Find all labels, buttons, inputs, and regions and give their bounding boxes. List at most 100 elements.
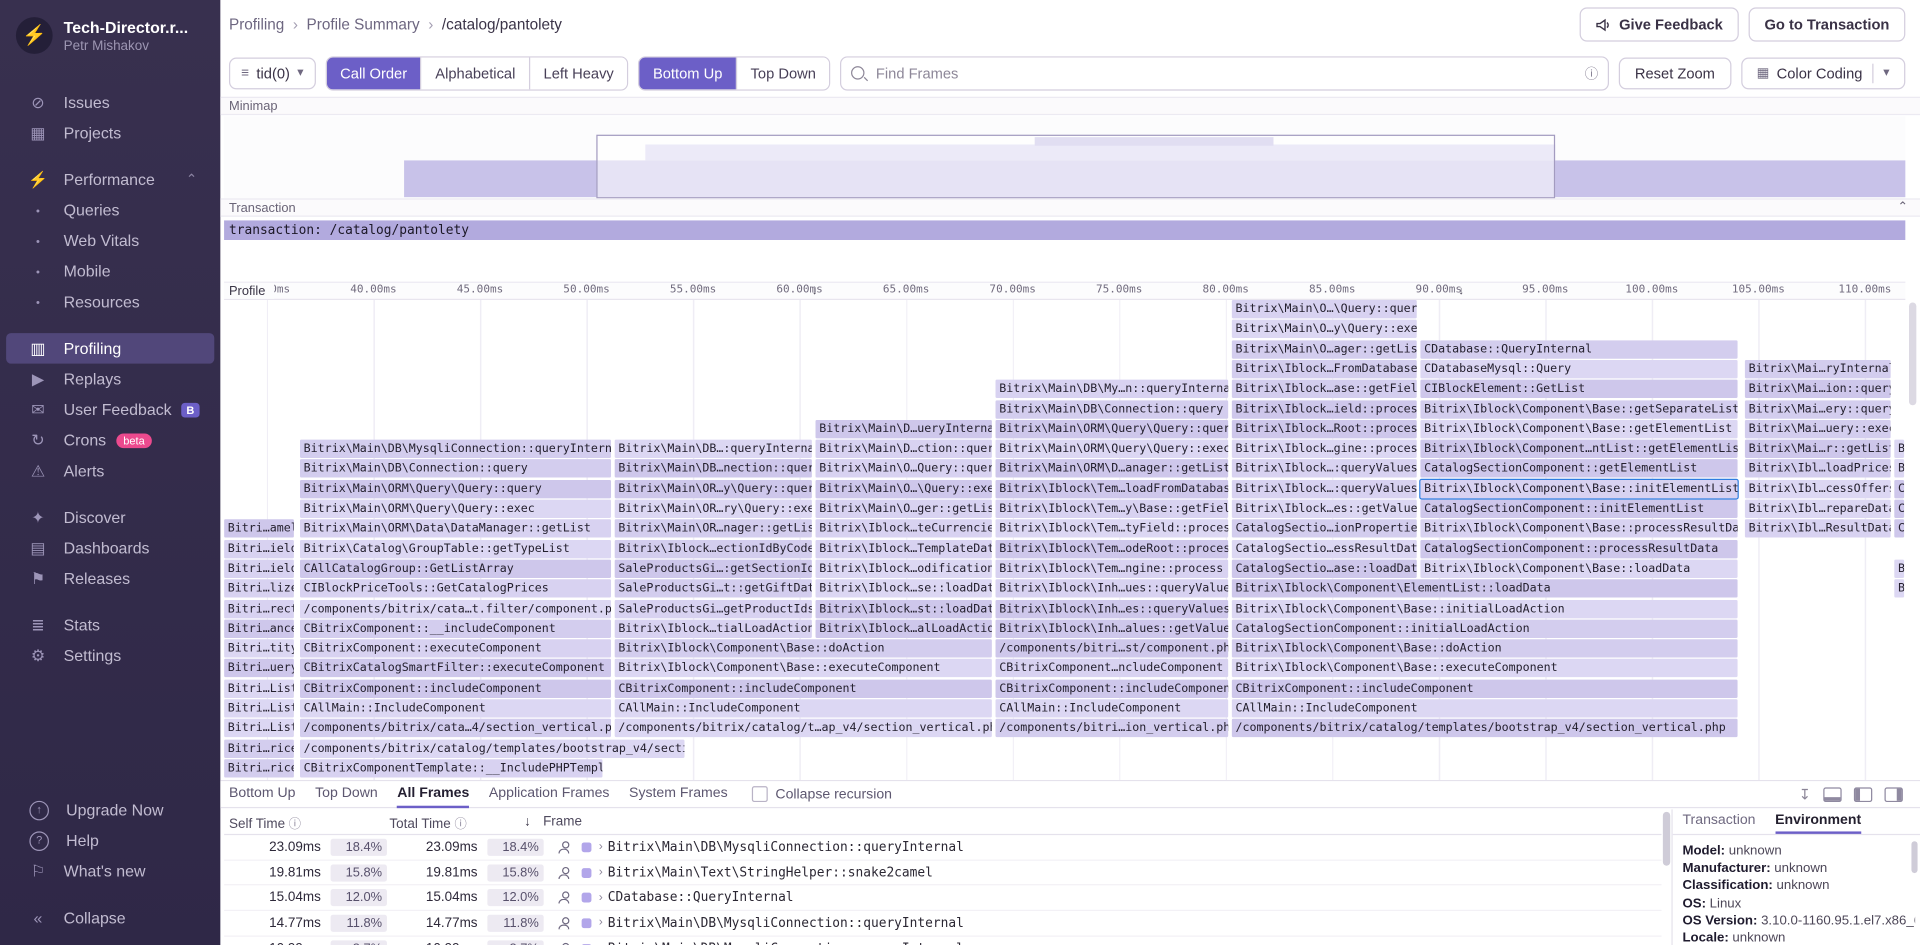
env-tab-transaction[interactable]: Transaction — [1682, 809, 1755, 833]
flame-frame[interactable]: Bitrix\Iblock…ield::process — [1232, 400, 1417, 418]
flame-frame[interactable]: Bitrix\Iblock\Component\Base::doAction — [1232, 639, 1738, 657]
breadcrumb-item[interactable]: /catalog/pantolety — [442, 16, 562, 33]
flame-frame[interactable]: CatalogSectionComponent::initialLoadActi… — [1232, 619, 1738, 637]
flame-frame[interactable]: Bitrix\Main\O…Query::query — [816, 460, 992, 478]
tab-top-down[interactable]: Top Down — [315, 781, 378, 808]
flame-frame[interactable]: /components/bitrix/catalog/templates/boo… — [300, 739, 684, 757]
tab-all-frames[interactable]: All Frames — [397, 781, 469, 808]
flame-frame[interactable]: CIBlockPriceTools::GetCatalogPrices — [300, 579, 611, 597]
flame-frame[interactable]: Bitrix\Iblock…:queryValues — [1232, 480, 1417, 498]
flame-frame[interactable]: CBitrixComponent::includeComponent — [1232, 679, 1738, 697]
flame-frame[interactable]: Bitrix\Main\O…\Query::exec — [816, 480, 992, 498]
download-icon[interactable]: ↧ — [1799, 786, 1811, 803]
table-row[interactable]: 14.77ms11.8%14.77ms11.8%›Bitrix\Main\DB\… — [224, 911, 1662, 936]
flame-frame[interactable]: CAllMain::IncludeComponent — [615, 699, 992, 717]
flame-frame[interactable]: Bitrix\Iblock\Component\Base::getElement… — [1420, 420, 1737, 438]
layout-left-icon[interactable] — [1854, 787, 1872, 802]
sidebar-item-alerts[interactable]: ⚠Alerts — [6, 456, 214, 487]
flame-frame[interactable]: SaleProductsGi…t::getGiftData — [615, 579, 812, 597]
flame-frame[interactable]: Bitrix\Iblock…ectionIdByCode — [615, 540, 812, 558]
flame-frame[interactable]: B… — [1894, 579, 1904, 597]
flame-frame[interactable]: Bitrix\Main\ORM\Query\Query::query — [996, 420, 1229, 438]
flame-frame[interactable]: Bitrix\Main\OR…y\Query::query — [615, 480, 812, 498]
flame-frame[interactable]: Bitrix\Ibl…ResultData — [1745, 520, 1891, 538]
sidebar-item-settings[interactable]: ⚙Settings — [6, 640, 214, 671]
flame-frame[interactable]: CatalogSectio…ase::loadData — [1232, 559, 1417, 577]
flame-frame[interactable]: Bitri…rice — [224, 739, 294, 757]
flame-frame[interactable]: CAllMain::IncludeComponent — [1232, 699, 1738, 717]
flame-frame[interactable]: Bitrix\Mai…ery::query — [1745, 400, 1891, 418]
flame-frame[interactable]: Bitrix\Iblock…st::loadData — [816, 599, 992, 617]
sidebar-item-queries[interactable]: •Queries — [6, 195, 214, 226]
col-self-time[interactable]: Self Timeⓘ — [229, 812, 389, 830]
sidebar-item-collapse[interactable]: «Collapse — [6, 902, 214, 933]
flame-frame[interactable]: Bitri…List — [224, 699, 294, 717]
tab-bottom-up[interactable]: Bottom Up — [229, 781, 296, 808]
expand-chevron-icon[interactable]: › — [599, 891, 603, 904]
flame-frame[interactable]: CBitrixComponent…ncludeComponent — [996, 659, 1229, 677]
flame-frame[interactable]: CAllCatalogGroup::GetListArray — [300, 559, 611, 577]
flame-frame[interactable]: Bitrix\Iblock\Tem…ngine::process — [996, 559, 1229, 577]
breadcrumb-item[interactable]: Profile Summary — [307, 16, 420, 33]
flame-frame[interactable]: Bitrix\Iblock\Component\Base::processRes… — [1420, 520, 1737, 538]
env-tab-environment[interactable]: Environment — [1775, 809, 1861, 833]
sidebar-item-profiling[interactable]: ▥Profiling — [6, 333, 214, 364]
org-switcher[interactable]: ⚡ Tech-Director.r... Petr Mishakov — [0, 0, 220, 66]
flame-frame[interactable]: Bitrix\Main\DB…:queryInternal — [615, 440, 812, 458]
table-row[interactable]: 15.04ms12.0%15.04ms12.0%›CDatabase::Quer… — [224, 886, 1662, 911]
table-row[interactable]: 19.81ms15.8%19.81ms15.8%›Bitrix\Main\Tex… — [224, 860, 1662, 885]
flame-frame[interactable]: Bitrix\Main\DB\MysqliConnection::queryIn… — [300, 440, 611, 458]
flame-frame[interactable]: Bitrix\Iblock\Component\Base::getSeparat… — [1420, 400, 1737, 418]
flame-frame[interactable]: Bitri…rice — [224, 759, 294, 777]
sidebar-item-user-feedback[interactable]: ✉User FeedbackB — [6, 394, 214, 425]
sidebar-section-performance[interactable]: ⚡Performance⌃ — [6, 164, 214, 195]
minimap[interactable] — [224, 116, 1905, 198]
flame-frame[interactable]: CDatabaseMysql::Query — [1420, 360, 1737, 378]
flame-frame[interactable]: /components/bitrix/cata…t.filter/compone… — [300, 599, 611, 617]
flame-frame[interactable]: Bitrix\Main\DB\My…n::queryInternal — [996, 380, 1229, 398]
flame-frame[interactable]: Bitrix\Iblock…Root::process — [1232, 420, 1417, 438]
flame-frame[interactable]: Bitri…ield — [224, 540, 294, 558]
flame-frame[interactable]: CBitrixCatalogSmartFilter::executeCompon… — [300, 659, 611, 677]
expand-chevron-icon[interactable]: › — [599, 866, 603, 879]
flame-frame[interactable]: Bitrix\Main\O…y\Query::exec — [1232, 320, 1417, 338]
flame-frame[interactable]: Bitrix\Iblock…se::loadData — [816, 579, 992, 597]
flame-frame[interactable]: Bitrix\Iblock\Component…ntList::getEleme… — [1420, 440, 1737, 458]
flame-frame[interactable]: SaleProductsGi…:getSectionId — [615, 559, 812, 577]
flame-frame[interactable]: Bitrix\Main\ORM\Query\Query::query — [300, 480, 611, 498]
minimap-viewport[interactable] — [596, 135, 1555, 199]
collapse-recursion-checkbox[interactable] — [752, 786, 768, 802]
flame-frame[interactable]: Bitrix\Iblock…TemplateData — [816, 540, 992, 558]
table-scrollbar[interactable] — [1663, 812, 1670, 943]
env-scrollbar[interactable] — [1911, 841, 1917, 914]
table-row[interactable]: 10.99ms8.7%10.99ms8.7%›Bitrix\Main\DB\My… — [224, 936, 1662, 945]
view-top-down[interactable]: Top Down — [736, 57, 830, 89]
view-bottom-up[interactable]: Bottom Up — [639, 57, 735, 89]
flame-frame[interactable]: CatalogSectio…essResultData — [1232, 540, 1417, 558]
flame-frame[interactable]: Bitrix\Main\ORM\Query\Query::exec — [996, 440, 1229, 458]
sidebar-item-stats[interactable]: ≣Stats — [6, 610, 214, 641]
sidebar-item-replays[interactable]: ▶Replays — [6, 364, 214, 395]
tab-system-frames[interactable]: System Frames — [629, 781, 728, 808]
flame-frame[interactable]: Bitrix\Main\DB\Connection::query — [996, 400, 1229, 418]
flame-frame[interactable]: Bitrix\Iblock…ase::getField — [1232, 380, 1417, 398]
flame-frame[interactable]: C… — [1894, 500, 1904, 518]
flame-frame[interactable]: CatalogSectionComponent::processResultDa… — [1420, 540, 1737, 558]
flame-frame[interactable]: CIBlockElement::GetList — [1420, 380, 1737, 398]
flame-frame[interactable]: Bitrix\Main\O…ager::getList — [1232, 340, 1417, 358]
flame-frame[interactable]: Bitrix\Mai…ion::query — [1745, 380, 1891, 398]
sidebar-item-discover[interactable]: ✦Discover — [6, 502, 214, 533]
flame-frame[interactable]: C… — [1894, 480, 1904, 498]
flame-frame[interactable]: Bitrix\Ibl…loadPrices — [1745, 460, 1891, 478]
flame-frame[interactable]: Bitrix\Catalog\GroupTable::getTypeList — [300, 540, 611, 558]
flame-frame[interactable]: Bitrix\Main\OR…ry\Query::exec — [615, 500, 812, 518]
sidebar-item-upgrade-now[interactable]: ↑Upgrade Now — [6, 795, 214, 826]
flame-frame[interactable]: /components/bitrix/cata…4/section_vertic… — [300, 719, 611, 737]
flame-frame[interactable]: Bitri…List — [224, 719, 294, 737]
flame-frame[interactable]: Bitri…List — [224, 679, 294, 697]
flame-frame[interactable]: Bitrix\Mai…uery::exec — [1745, 420, 1891, 438]
flame-frame[interactable]: Bitrix\Iblock\Tem…odeRoot::process — [996, 540, 1229, 558]
flame-frame[interactable]: B… — [1894, 559, 1904, 577]
table-row[interactable]: 23.09ms18.4%23.09ms18.4%›Bitrix\Main\DB\… — [224, 835, 1662, 860]
flame-frame[interactable]: Bitrix\Iblock\Component\Base::initialLoa… — [1232, 599, 1738, 617]
